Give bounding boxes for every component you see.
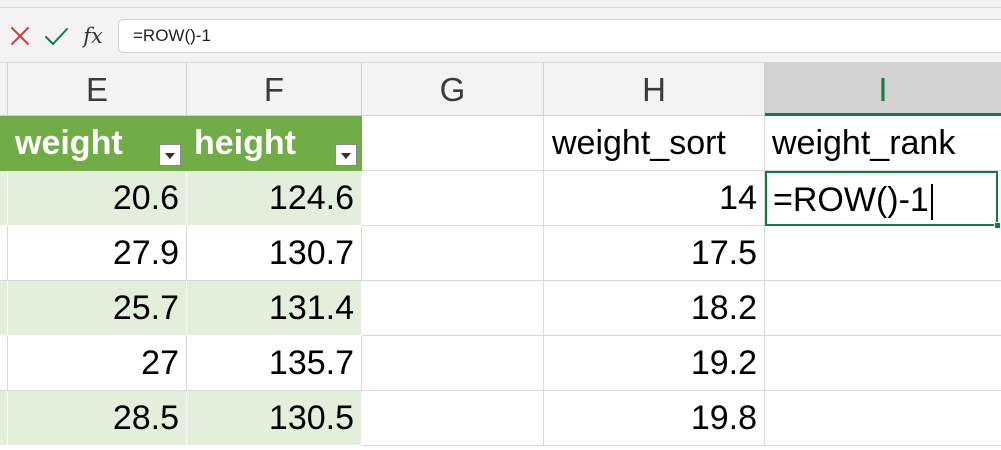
column-header-e[interactable]: E — [8, 63, 187, 116]
cell-weight-sort[interactable]: 18.2 — [544, 281, 765, 336]
cell-weight-sort[interactable]: 19.2 — [544, 336, 765, 391]
table-cell-height[interactable]: 124.6 — [187, 171, 362, 226]
table-cell-partial[interactable] — [0, 336, 8, 391]
cell-g2[interactable] — [362, 171, 544, 226]
table-cell-partial[interactable] — [0, 281, 8, 336]
cell-weight-sort[interactable]: 14 — [544, 171, 765, 226]
filter-dropdown-button[interactable] — [159, 144, 181, 166]
table-header-partial[interactable] — [0, 116, 8, 171]
formula-bar: fx =ROW()-1 — [0, 8, 1001, 62]
table-cell-weight[interactable]: 27.9 — [8, 226, 187, 281]
table-cell-weight[interactable]: 27 — [8, 336, 187, 391]
cell-h1[interactable]: weight_sort — [544, 116, 765, 171]
x-icon[interactable] — [4, 20, 36, 52]
cell-i6[interactable] — [765, 391, 1001, 446]
table-header-weight[interactable]: weight — [8, 116, 187, 171]
cell-i1[interactable]: weight_rank — [765, 116, 1001, 171]
table-cell-height[interactable]: 131.4 — [187, 281, 362, 336]
table-cell-partial[interactable] — [0, 226, 8, 281]
insert-function-button[interactable]: fx — [78, 20, 108, 52]
cell-g4[interactable] — [362, 281, 544, 336]
cell-i4[interactable] — [765, 281, 1001, 336]
cell-weight-sort[interactable]: 17.5 — [544, 226, 765, 281]
column-header-i[interactable]: I — [765, 63, 1001, 116]
formula-input[interactable]: =ROW()-1 — [118, 19, 1001, 53]
active-cell-i2[interactable]: =ROW()-1 — [765, 171, 998, 226]
worksheet-grid: weight height weight_sort weight_rank 20… — [0, 116, 1001, 450]
column-headers: E F G H I — [0, 62, 1001, 116]
formula-bar-buttons: fx — [0, 20, 112, 52]
column-header-partial[interactable] — [0, 63, 8, 116]
cell-g6[interactable] — [362, 391, 544, 446]
cell-edit-text: =ROW()-1 — [773, 181, 929, 219]
ribbon-edge — [0, 0, 1001, 8]
filter-dropdown-button[interactable] — [335, 144, 357, 166]
check-icon[interactable] — [40, 20, 72, 52]
cell-i5[interactable] — [765, 336, 1001, 391]
table-header-height[interactable]: height — [187, 116, 362, 171]
table-header-label: height — [194, 124, 296, 162]
column-header-g[interactable]: G — [362, 63, 544, 116]
table-cell-weight[interactable]: 25.7 — [8, 281, 187, 336]
column-header-h[interactable]: H — [544, 63, 765, 116]
table-cell-weight[interactable]: 20.6 — [8, 171, 187, 226]
table-cell-partial[interactable] — [0, 391, 8, 446]
cell-g5[interactable] — [362, 336, 544, 391]
table-cell-partial[interactable] — [0, 171, 8, 226]
table-cell-weight[interactable]: 28.5 — [8, 391, 187, 446]
dropdown-arrow-icon — [341, 153, 351, 159]
table-cell-height[interactable]: 130.5 — [187, 391, 362, 446]
cell-g1[interactable] — [362, 116, 544, 171]
cell-i3[interactable] — [765, 226, 1001, 281]
table-cell-height[interactable]: 135.7 — [187, 336, 362, 391]
text-cursor — [930, 184, 933, 221]
column-header-f[interactable]: F — [187, 63, 362, 116]
table-cell-height[interactable]: 130.7 — [187, 226, 362, 281]
dropdown-arrow-icon — [165, 153, 175, 159]
table-header-label: weight — [15, 124, 123, 162]
cell-g3[interactable] — [362, 226, 544, 281]
cell-weight-sort[interactable]: 19.8 — [544, 391, 765, 446]
